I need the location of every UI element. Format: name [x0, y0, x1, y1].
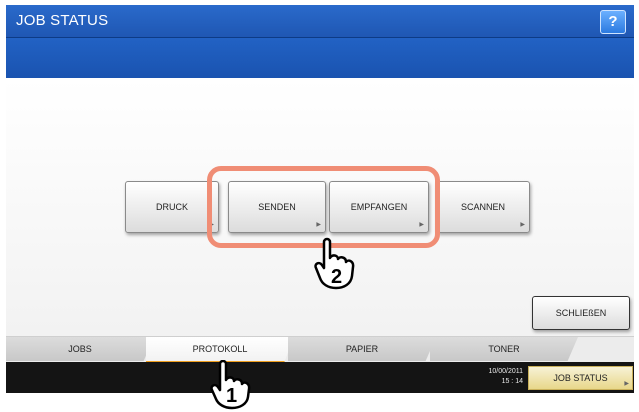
help-button[interactable]: ? — [600, 10, 626, 34]
date-text: 10/00/2011 — [488, 368, 523, 375]
tab-jobs-label: JOBS — [68, 344, 92, 354]
tab-bar: JOBS PROTOKOLL PAPIER TONER — [6, 336, 634, 364]
arrow-icon: ▶ — [624, 381, 629, 387]
druck-button[interactable]: DRUCK ▶ — [125, 181, 219, 233]
job-status-label: JOB STATUS — [553, 373, 608, 383]
schliessen-button[interactable]: SCHLIEßEN — [532, 296, 630, 330]
schliessen-label: SCHLIEßEN — [555, 308, 607, 318]
tab-toner[interactable]: TONER — [430, 337, 578, 361]
window-title: JOB STATUS — [16, 12, 109, 29]
tab-papier-label: PAPIER — [345, 344, 379, 354]
date-time: 10/00/2011 15 : 14 — [475, 367, 523, 387]
info-bar — [6, 38, 634, 78]
step-1-marker: 1 — [226, 385, 238, 407]
arrow-icon: ▶ — [520, 222, 525, 228]
tab-jobs[interactable]: JOBS — [6, 337, 154, 361]
tab-papier[interactable]: PAPIER — [288, 337, 436, 361]
tab-toner-label: TONER — [488, 344, 520, 354]
druck-label: DRUCK — [155, 202, 188, 212]
step-2-marker: 2 — [331, 266, 343, 288]
scannen-button[interactable]: SCANNEN ▶ — [436, 181, 530, 233]
job-status-button[interactable]: JOB STATUS ▶ — [528, 366, 633, 390]
tab-protokoll-label: PROTOKOLL — [192, 344, 248, 354]
scannen-label: SCANNEN — [460, 202, 505, 212]
title-bar: JOB STATUS ? — [6, 5, 634, 38]
time-text: 15 : 14 — [501, 378, 523, 385]
